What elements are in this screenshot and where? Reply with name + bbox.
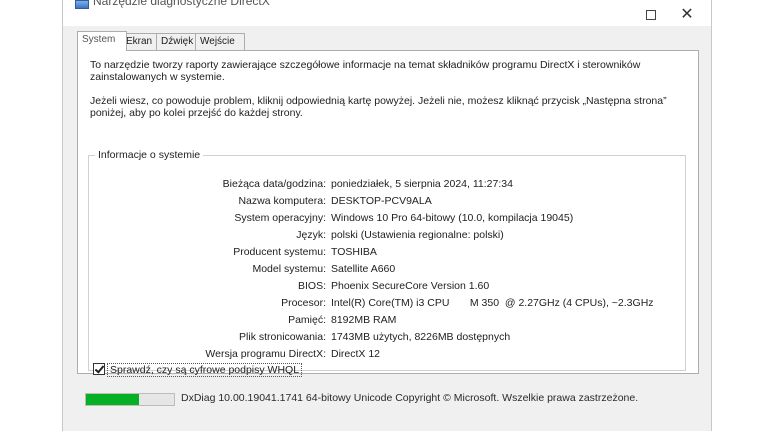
info-value: 1743MB użytych, 8226MB dostępnych bbox=[331, 331, 511, 343]
info-row-datetime: Bieżąca data/godzina: poniedziałek, 5 si… bbox=[89, 176, 685, 193]
info-label: Model systemu: bbox=[252, 263, 326, 275]
title-bar[interactable]: Narzędzie diagnostyczne DirectX ✕ bbox=[63, 0, 711, 26]
info-value: 8192MB RAM bbox=[331, 314, 397, 326]
intro-paragraph-2: Jeżeli wiesz, co powoduje problem, klikn… bbox=[90, 95, 667, 119]
info-row-os: System operacyjny: Windows 10 Pro 64-bit… bbox=[89, 210, 685, 227]
info-label: Wersja programu DirectX: bbox=[205, 348, 326, 360]
info-value: DESKTOP-PCV9ALA bbox=[331, 195, 432, 207]
info-value: DirectX 12 bbox=[331, 348, 381, 360]
info-row-memory: Pamięć: 8192MB RAM bbox=[89, 312, 685, 329]
system-tab-panel: To narzędzie tworzy raporty zawierające … bbox=[77, 50, 699, 374]
window-title: Narzędzie diagnostyczne DirectX bbox=[93, 0, 270, 8]
intro-text: To narzędzie tworzy raporty zawierające … bbox=[90, 59, 690, 131]
info-label: Procesor: bbox=[281, 297, 326, 309]
info-row-directx-version: Wersja programu DirectX: DirectX 12 bbox=[89, 346, 685, 363]
info-value: poniedziałek, 5 sierpnia 2024, 11:27:34 bbox=[331, 178, 513, 190]
whql-checkbox[interactable]: Sprawdź, czy są cyfrowe podpisy WHQL bbox=[93, 362, 303, 378]
progress-bar bbox=[85, 393, 175, 406]
copyright-text: DxDiag 10.00.19041.1741 64-bitowy Unicod… bbox=[181, 392, 639, 404]
directx-app-icon bbox=[75, 0, 89, 9]
info-row-language: Język: polski (Ustawienia regionalne: po… bbox=[89, 227, 685, 244]
info-label: System operacyjny: bbox=[234, 212, 326, 224]
tab-sound[interactable]: Dźwięk bbox=[156, 33, 200, 50]
info-value: Windows 10 Pro 64-bitowy (10.0, kompilac… bbox=[331, 212, 574, 224]
close-icon: ✕ bbox=[680, 6, 694, 23]
close-button[interactable]: ✕ bbox=[669, 6, 705, 24]
info-label: Nazwa komputera: bbox=[238, 195, 326, 207]
info-label: Bieżąca data/godzina: bbox=[222, 178, 326, 190]
info-row-bios: BIOS: Phoenix SecureCore Version 1.60 bbox=[89, 278, 685, 295]
info-row-manufacturer: Producent systemu: TOSHIBA bbox=[89, 244, 685, 261]
info-value: TOSHIBA bbox=[331, 246, 377, 258]
system-info-group: Informacje o systemie Bieżąca data/godzi… bbox=[88, 149, 686, 371]
info-value: Phoenix SecureCore Version 1.60 bbox=[331, 280, 490, 292]
info-value: Intel(R) Core(TM) i3 CPU M 350 @ 2.27GHz… bbox=[331, 297, 654, 309]
tab-input[interactable]: Wejście bbox=[195, 33, 245, 50]
info-label: Plik stronicowania: bbox=[239, 331, 326, 343]
info-label: Pamięć: bbox=[288, 314, 326, 326]
maximize-button[interactable] bbox=[633, 6, 669, 24]
info-row-computer-name: Nazwa komputera: DESKTOP-PCV9ALA bbox=[89, 193, 685, 210]
system-info-group-label: Informacje o systemie bbox=[95, 149, 204, 161]
tab-system[interactable]: System bbox=[77, 31, 127, 51]
info-label: Język: bbox=[296, 229, 326, 241]
info-value: polski (Ustawienia regionalne: polski) bbox=[331, 229, 504, 241]
info-value: Satellite A660 bbox=[331, 263, 396, 275]
maximize-icon bbox=[646, 10, 656, 20]
tab-display[interactable]: Ekran bbox=[121, 33, 161, 50]
info-row-page-file: Plik stronicowania: 1743MB użytych, 8226… bbox=[89, 329, 685, 346]
whql-checkbox-label[interactable]: Sprawdź, czy są cyfrowe podpisy WHQL bbox=[107, 363, 303, 377]
info-label: BIOS: bbox=[297, 280, 326, 292]
info-label: Producent systemu: bbox=[233, 246, 326, 258]
progress-bar-fill bbox=[86, 394, 139, 405]
info-row-processor: Procesor: Intel(R) Core(TM) i3 CPU M 350… bbox=[89, 295, 685, 312]
dxdiag-window: Narzędzie diagnostyczne DirectX ✕ System… bbox=[62, 0, 712, 431]
check-icon[interactable] bbox=[93, 363, 105, 376]
intro-paragraph-1: To narzędzie tworzy raporty zawierające … bbox=[90, 59, 641, 83]
info-row-model: Model systemu: Satellite A660 bbox=[89, 261, 685, 278]
